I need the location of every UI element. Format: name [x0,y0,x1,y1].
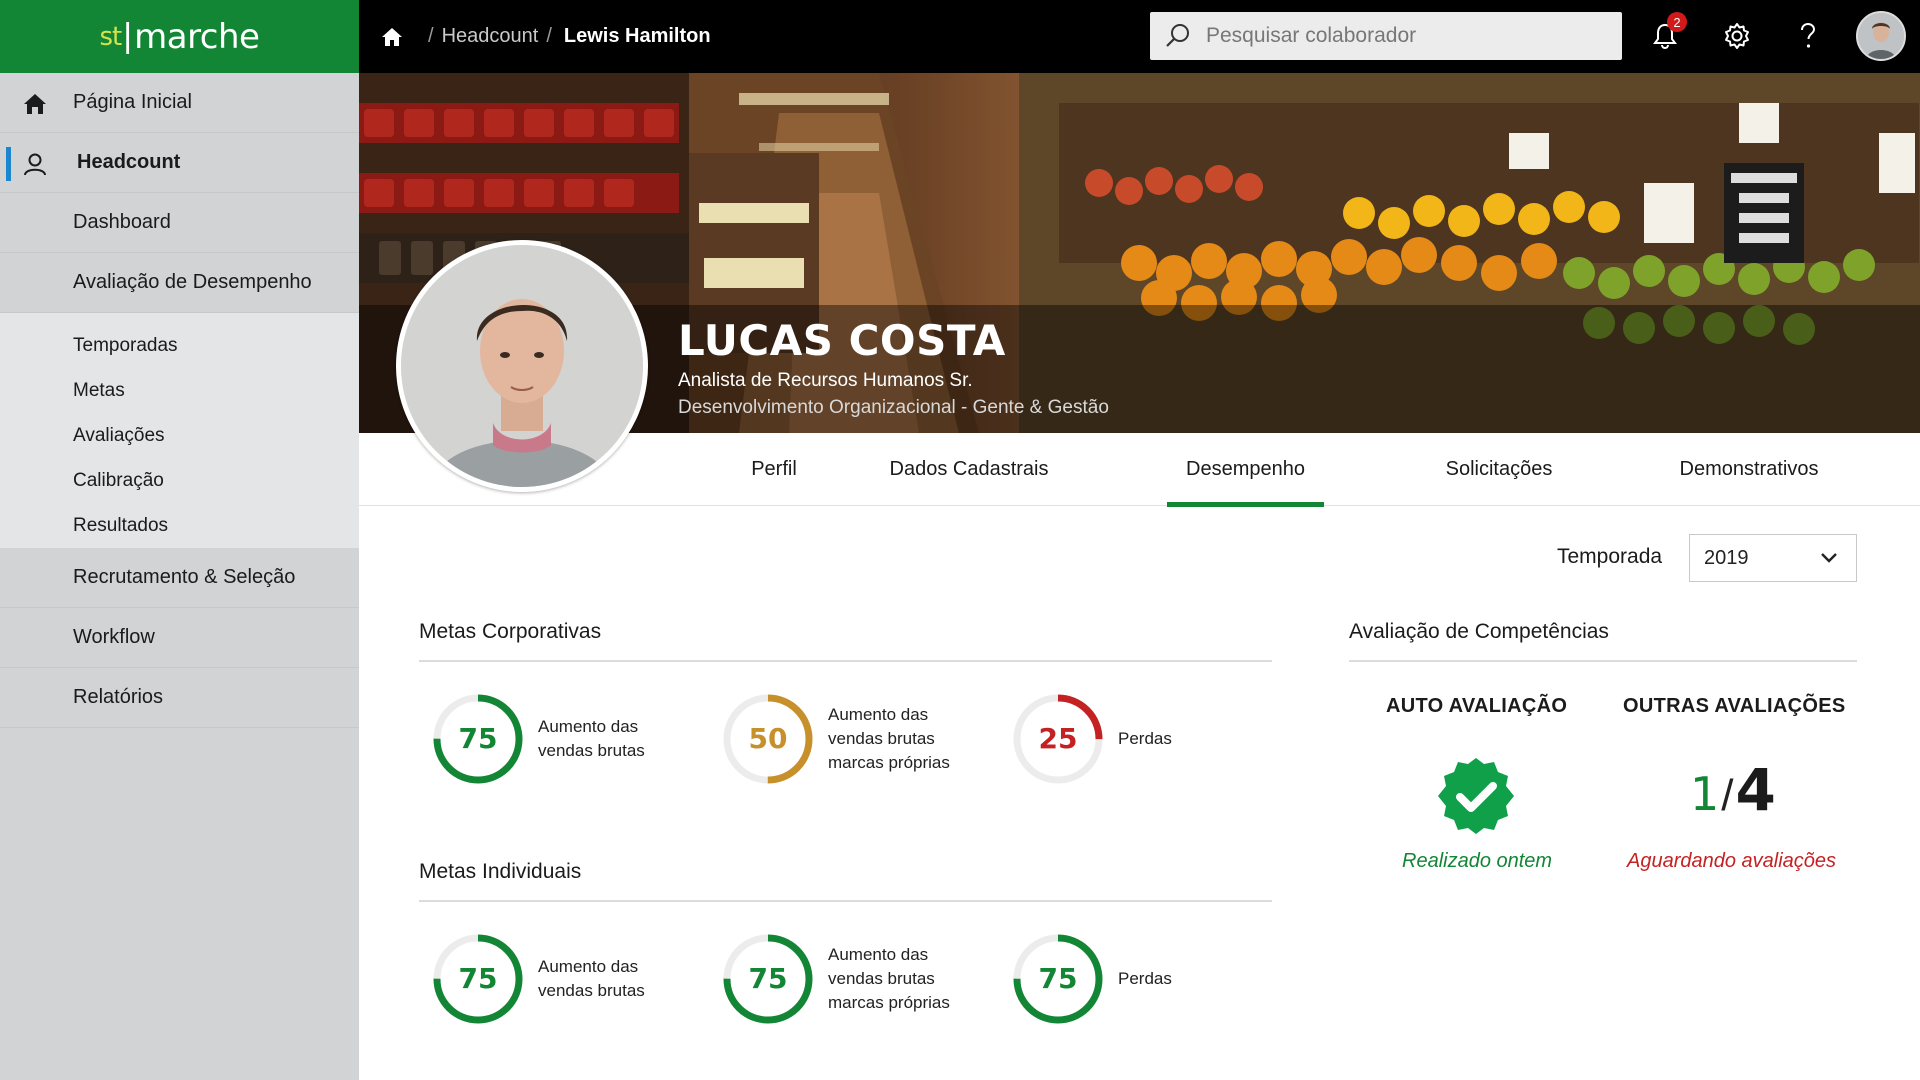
settings-button[interactable] [1719,18,1755,54]
tab-statements[interactable]: Demonstrativos [1649,433,1849,506]
active-indicator [6,147,11,181]
svg-text:75: 75 [749,962,788,995]
employee-department: Desenvolvimento Organizacional - Gente &… [678,397,1109,418]
season-select[interactable]: 2019 [1689,534,1857,582]
season-value: 2019 [1704,546,1749,569]
progress-ring: 75 [433,694,523,784]
svg-text:75: 75 [459,962,498,995]
employee-name: LUCAS COSTA [678,316,1006,365]
tab-profile[interactable]: Perfil [699,433,849,506]
tab-registration[interactable]: Dados Cadastrais [869,433,1069,506]
progress-ring: 75 [433,934,523,1024]
sidebar-item-label: Página Inicial [73,91,192,113]
chevron-down-icon [1821,553,1837,563]
submenu-item-evaluations[interactable]: Avaliações [0,413,359,458]
goal-label: Perdas [1118,729,1172,748]
corporate-goals-title: Metas Corporativas [419,620,602,643]
goal-label: Aumento das vendas brutas [538,957,645,1000]
submenu-item-calibration[interactable]: Calibração [0,458,359,503]
submenu-item-goals[interactable]: Metas [0,368,359,413]
help-button[interactable] [1790,18,1826,54]
other-evaluations-heading: OUTRAS AVALIAÇÕES [1623,695,1846,717]
sidebar-item-label: Workflow [73,626,155,648]
svg-text:25: 25 [1039,722,1078,755]
search-box[interactable] [1150,12,1622,60]
progress-ring: 25 [1013,694,1103,784]
tab-performance[interactable]: Desempenho [1167,433,1324,507]
sidebar-item-performance[interactable]: Avaliação de Desempenho [0,253,359,313]
goal-label: Aumento das vendas brutas marcas própria… [828,945,950,1012]
evaluations-separator: / [1721,771,1734,820]
logo-prefix: st [99,21,123,52]
sidebar-item-label: Dashboard [73,211,171,233]
progress-ring: 75 [723,934,813,1024]
submenu-item-results[interactable]: Resultados [0,503,359,548]
avatar-image [1858,13,1904,59]
other-evaluations-count: 1 / 4 [1690,756,1776,824]
search-icon [1166,24,1189,47]
top-bar: st | marche / Headcount / Lewis Hamilton… [0,0,1920,73]
notifications-button[interactable]: 2 [1647,12,1687,54]
sidebar-item-label: Recrutamento & Seleção [73,566,296,588]
individual-goals-title: Metas Individuais [419,860,582,883]
evaluations-total: 4 [1735,756,1776,824]
user-avatar[interactable] [1856,11,1906,61]
tab-requests[interactable]: Solicitações [1409,433,1589,506]
search-input[interactable] [1206,24,1606,48]
sidebar-item-label: Avaliação de Desempenho [73,271,312,293]
sidebar-item-recruitment[interactable]: Recrutamento & Seleção [0,548,359,608]
progress-ring: 75 [1013,934,1103,1024]
progress-ring: 50 [723,694,813,784]
breadcrumb: / Headcount / Lewis Hamilton [380,0,711,73]
profile-tabs: Perfil Dados Cadastrais Desempenho Solic… [359,433,1920,507]
other-evaluations-status: Aguardando avaliações [1627,850,1837,872]
evaluations-done: 1 [1690,767,1720,821]
app-logo[interactable]: st | marche [0,0,359,73]
competencies-title: Avaliação de Competências [1349,620,1609,643]
svg-text:75: 75 [1039,962,1078,995]
employee-role: Analista de Recursos Humanos Sr. [678,370,973,391]
breadcrumb-separator: / [546,25,552,47]
sidebar-item-reports[interactable]: Relatórios [0,668,359,728]
notification-badge: 2 [1667,12,1687,32]
home-icon[interactable] [380,25,404,49]
season-label: Temporada [1557,545,1663,568]
logo-name: marche [134,16,260,57]
goal-label: Aumento das vendas brutas [538,717,645,760]
sidebar-item-dashboard[interactable]: Dashboard [0,193,359,253]
sidebar-item-home[interactable]: Página Inicial [0,73,359,133]
sidebar-item-headcount[interactable]: Headcount [0,133,359,193]
breadcrumb-separator: / [428,25,434,47]
check-badge-icon [1438,758,1514,834]
goal-label: Perdas [1118,969,1172,988]
svg-text:75: 75 [459,722,498,755]
sidebar-item-label: Headcount [77,151,181,173]
gear-icon [1725,23,1749,49]
svg-text:50: 50 [749,722,788,755]
individual-goal-2[interactable]: 75 Perdas [1012,933,1258,1025]
sidebar-item-workflow[interactable]: Workflow [0,608,359,668]
breadcrumb-headcount[interactable]: Headcount [442,25,539,48]
individual-goal-1[interactable]: 75 Aumento das vendas brutas marcas próp… [722,933,968,1025]
home-icon [24,94,46,114]
question-icon [1801,22,1816,48]
breadcrumb-current: Lewis Hamilton [563,25,711,47]
performance-submenu: Temporadas Metas Avaliações Calibração R… [0,313,359,548]
person-icon [24,153,46,176]
submenu-item-seasons[interactable]: Temporadas [0,323,359,368]
corporate-goal-0[interactable]: 75 Aumento das vendas brutas [432,693,678,785]
section-divider [1349,660,1857,662]
sidebar-item-label: Relatórios [73,686,164,708]
section-divider [419,660,1272,662]
goal-label: Aumento das vendas brutas marcas própria… [828,705,950,772]
section-divider [419,900,1272,902]
logo-divider: | [123,17,133,55]
self-evaluation-status: Realizado ontem [1402,850,1553,872]
individual-goal-0[interactable]: 75 Aumento das vendas brutas [432,933,678,1025]
sidebar: Página Inicial Headcount Dashboard Avali… [0,73,359,1080]
self-evaluation-heading: AUTO AVALIAÇÃO [1386,695,1568,717]
corporate-goal-1[interactable]: 50 Aumento das vendas brutas marcas próp… [722,693,968,785]
corporate-goal-2[interactable]: 25 Perdas [1012,693,1258,785]
